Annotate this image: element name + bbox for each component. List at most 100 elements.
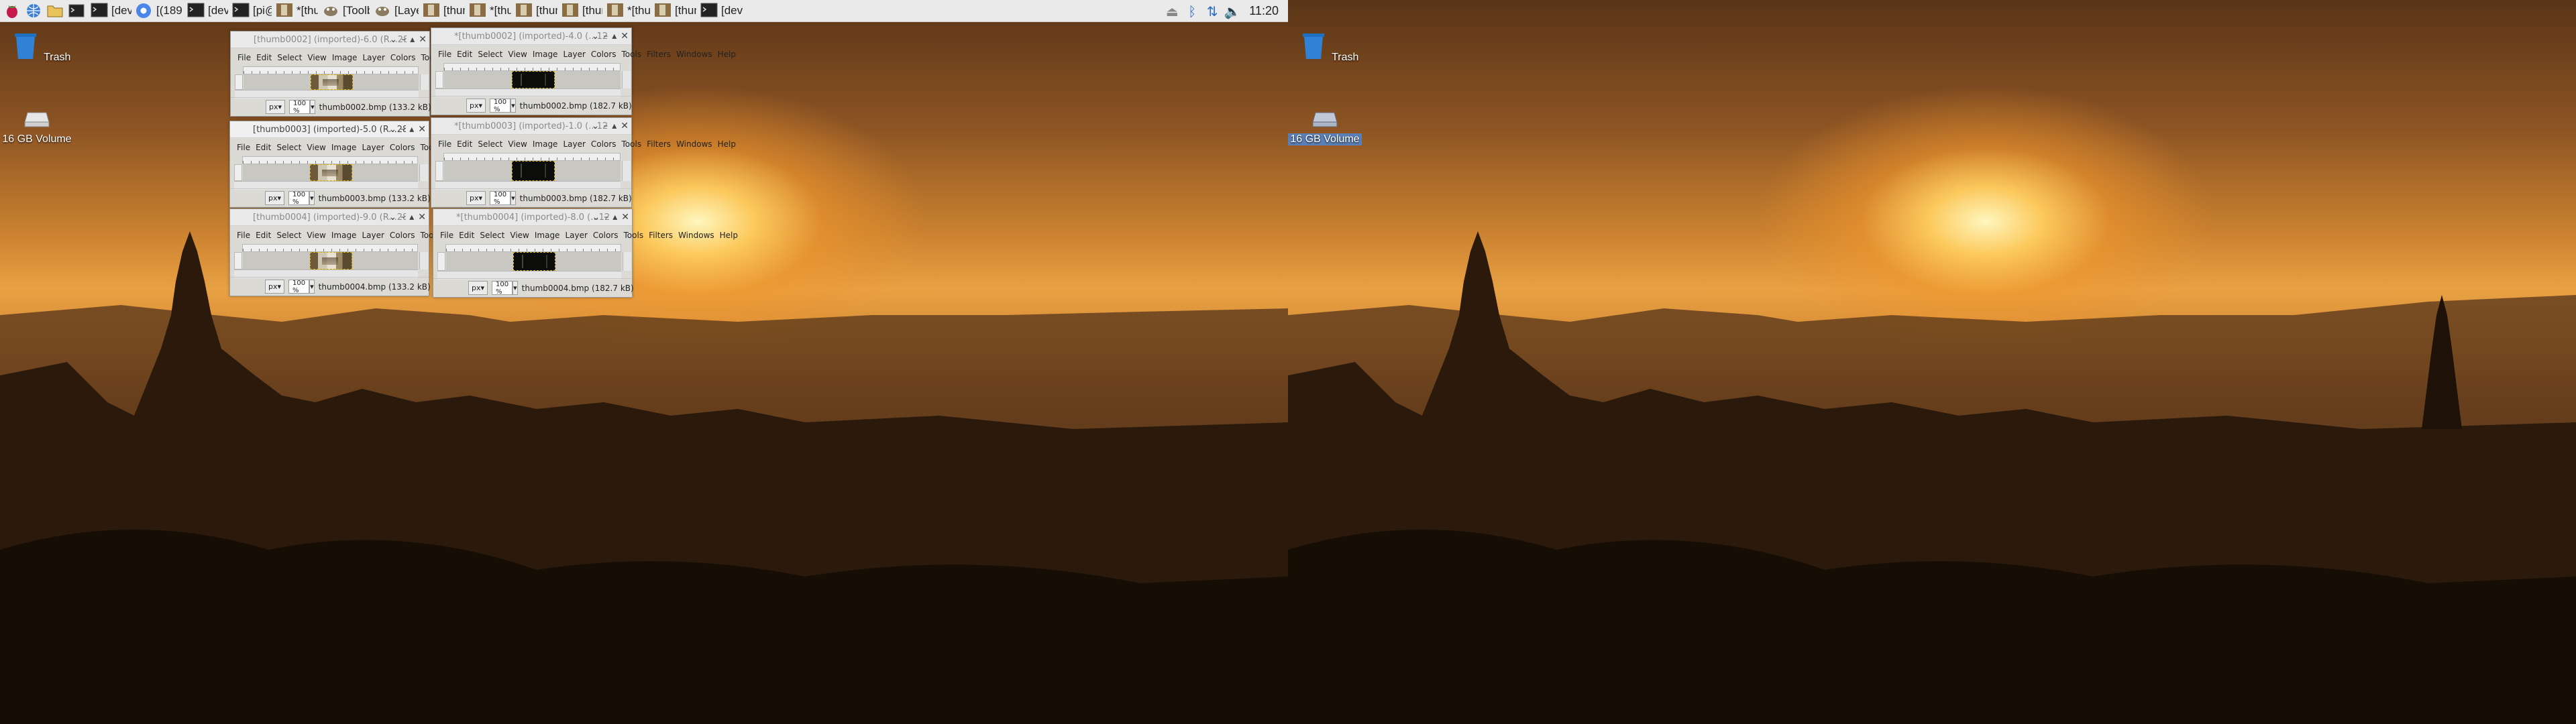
menu-item[interactable]: Select <box>274 143 304 152</box>
menu-item[interactable]: Edit <box>456 231 477 240</box>
image-canvas[interactable] <box>444 161 621 181</box>
gimp-image-window[interactable]: *[thumb0002] (imported)-4.0 (...128x128 … <box>431 27 736 115</box>
unit-selector[interactable]: px ▾ <box>466 99 486 113</box>
close-icon[interactable]: ✕ <box>418 212 426 223</box>
horizontal-ruler[interactable] <box>242 156 418 164</box>
zoom-field[interactable]: 100 % <box>490 99 511 113</box>
image-canvas[interactable] <box>243 252 418 269</box>
menu-item[interactable]: Edit <box>254 53 274 62</box>
vertical-ruler[interactable] <box>234 252 242 269</box>
menu-item[interactable]: Layer <box>359 231 386 240</box>
zoom-dropdown[interactable]: ▾ <box>511 99 516 113</box>
unit-selector[interactable]: px ▾ <box>468 281 488 295</box>
unit-selector[interactable]: px ▾ <box>265 191 285 205</box>
menu-item[interactable]: Colors <box>588 139 619 149</box>
taskbar-window-button[interactable]: [devel@... <box>89 1 131 21</box>
unit-selector[interactable]: px ▾ <box>266 100 286 114</box>
minimize-icon[interactable]: – <box>603 31 608 42</box>
menu-item[interactable]: File <box>437 231 456 240</box>
menu-item[interactable]: Filters <box>646 231 676 240</box>
menu-item[interactable]: Edit <box>454 50 475 59</box>
vertical-ruler[interactable] <box>235 74 243 90</box>
menu-item[interactable]: Image <box>329 143 360 152</box>
gimp-image-window[interactable]: *[thumb0004] (imported)-8.0 (...128x128 … <box>433 208 738 298</box>
vertical-scrollbar[interactable] <box>623 252 631 271</box>
bluetooth-icon[interactable]: ᛒ <box>1182 2 1202 21</box>
close-icon[interactable]: ✕ <box>621 212 629 223</box>
zoom-dropdown[interactable]: ▾ <box>511 191 516 205</box>
maximize-icon[interactable]: ▴ <box>409 124 414 135</box>
gimp-image-window[interactable]: [thumb0003] (imported)-5.0 (R...28x128 –… <box>229 121 535 208</box>
vertical-ruler[interactable] <box>435 71 443 88</box>
image-canvas[interactable] <box>243 164 418 181</box>
zoom-field[interactable]: 100 % <box>288 280 310 294</box>
taskbar-window-button[interactable]: [devel@... <box>185 1 228 21</box>
zoom-dropdown[interactable]: ▾ <box>310 100 315 114</box>
image-canvas[interactable] <box>244 74 419 90</box>
menu-item[interactable]: View <box>505 50 529 59</box>
minimize-icon[interactable]: – <box>400 212 405 223</box>
desktop-trash-left[interactable]: Trash <box>5 31 79 64</box>
menu-item[interactable]: View <box>304 231 328 240</box>
menu-item[interactable]: Tools <box>619 139 645 149</box>
window-menu-icon[interactable]: ⌄ <box>390 34 398 45</box>
menu-item[interactable]: View <box>305 53 329 62</box>
gimp-image-window[interactable]: *[thumb0003] (imported)-1.0 (...128x128 … <box>431 117 736 208</box>
menu-item[interactable]: Select <box>475 50 505 59</box>
menu-item[interactable]: Filters <box>644 139 674 149</box>
menu-item[interactable]: Help <box>715 50 739 59</box>
horizontal-ruler[interactable] <box>443 153 621 161</box>
desktop-trash-right[interactable]: Trash <box>1293 31 1367 64</box>
vertical-scrollbar[interactable] <box>419 164 428 181</box>
menu-item[interactable]: Image <box>329 53 360 62</box>
menu-item[interactable]: View <box>304 143 328 152</box>
unit-selector[interactable]: px ▾ <box>466 191 486 205</box>
menu-item[interactable]: Colors <box>387 143 418 152</box>
menu-item[interactable]: Windows <box>674 50 715 59</box>
menu-item[interactable]: Colors <box>590 231 621 240</box>
window-menu-icon[interactable]: ⌄ <box>389 212 397 223</box>
menu-item[interactable]: Layer <box>359 143 386 152</box>
taskbar-window-button[interactable]: [Toolbox... <box>320 1 370 21</box>
minimize-icon[interactable]: – <box>400 124 405 135</box>
vertical-ruler[interactable] <box>435 161 443 181</box>
raspberry-menu-icon[interactable] <box>3 1 21 20</box>
menu-item[interactable]: Select <box>475 139 505 149</box>
zoom-field[interactable]: 100 % <box>288 191 310 206</box>
zoom-dropdown[interactable]: ▾ <box>513 281 518 295</box>
desktop-volume-right[interactable]: 16 GB Volume <box>1288 107 1362 145</box>
menu-item[interactable]: File <box>234 231 253 240</box>
window-menu-icon[interactable]: ⌄ <box>592 31 600 42</box>
menu-item[interactable]: Windows <box>674 139 715 149</box>
maximize-icon[interactable]: ▴ <box>612 31 616 42</box>
menu-item[interactable]: Colors <box>387 231 418 240</box>
menu-item[interactable]: Colors <box>588 50 619 59</box>
taskbar-window-button[interactable]: [pi@my... <box>230 1 272 21</box>
menu-item[interactable]: Help <box>717 231 741 240</box>
menu-item[interactable]: Layer <box>562 231 590 240</box>
maximize-icon[interactable]: ▴ <box>409 212 414 223</box>
zoom-field[interactable]: 100 % <box>490 191 511 206</box>
menu-item[interactable]: File <box>435 139 454 149</box>
horizontal-ruler[interactable] <box>445 244 621 252</box>
menu-item[interactable]: Layer <box>560 139 588 149</box>
vertical-ruler[interactable] <box>437 252 445 271</box>
image-canvas[interactable] <box>444 71 621 88</box>
menu-item[interactable]: Layer <box>360 53 387 62</box>
menu-item[interactable]: Colors <box>388 53 419 62</box>
horizontal-ruler[interactable] <box>443 63 621 71</box>
minimize-icon[interactable]: – <box>603 121 608 131</box>
menu-item[interactable]: Help <box>715 139 739 149</box>
taskbar-window-button[interactable]: [(189 un... <box>133 1 183 21</box>
maximize-icon[interactable]: ▴ <box>612 212 617 223</box>
window-menu-icon[interactable]: ⌄ <box>389 124 397 135</box>
window-titlebar[interactable]: *[thumb0004] (imported)-8.0 (...128x128 … <box>433 209 632 226</box>
horizontal-ruler[interactable] <box>243 66 419 74</box>
vertical-ruler[interactable] <box>234 164 242 181</box>
network-icon[interactable]: ⇅ <box>1202 2 1222 21</box>
minimize-icon[interactable]: – <box>401 34 406 45</box>
web-browser-icon[interactable] <box>24 1 43 20</box>
menu-item[interactable]: View <box>507 231 531 240</box>
menu-item[interactable]: Image <box>329 231 360 240</box>
vertical-scrollbar[interactable] <box>419 252 428 269</box>
